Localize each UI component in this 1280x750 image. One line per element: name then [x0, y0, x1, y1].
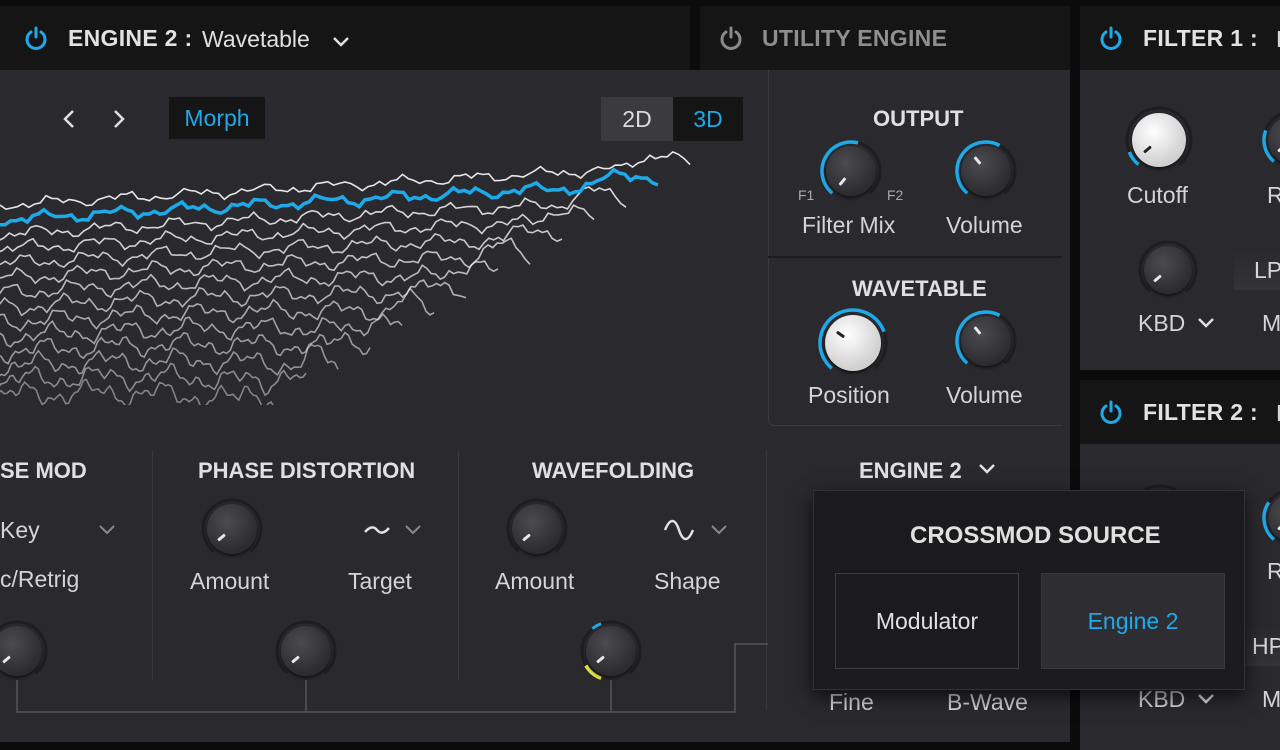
morph-mode-button[interactable]: Morph: [169, 97, 265, 139]
wavefolding-amount-knob[interactable]: [506, 498, 568, 560]
filter1-kbd-knob[interactable]: [1138, 240, 1198, 300]
wavetable-frame: [0, 204, 595, 253]
filter1-m-label: M: [1262, 310, 1280, 336]
engine2-type-value[interactable]: Wavetable: [202, 26, 310, 53]
wavetable-frame: [0, 237, 531, 285]
resonance-knob[interactable]: [1262, 110, 1280, 170]
view-2d-button[interactable]: 2D: [601, 97, 673, 141]
wavetable-frame: [0, 312, 403, 348]
knob-cap: [826, 146, 876, 196]
chevron-down-icon[interactable]: [1197, 693, 1215, 705]
filter2-kbd-label[interactable]: KBD: [1138, 686, 1185, 713]
knob-cap: [512, 504, 562, 554]
wavetable-title: WAVETABLE: [852, 276, 987, 301]
wf-amount-label: Amount: [495, 568, 575, 594]
wavetable-active-frame: [0, 167, 659, 227]
knob-cap: [961, 316, 1011, 366]
chevron-down-icon[interactable]: [404, 524, 422, 536]
utility-engine-header: UTILITY ENGINE: [700, 6, 1070, 70]
wavetable-volume-knob[interactable]: [955, 310, 1017, 372]
mod-routing-lines: [16, 643, 768, 713]
pd-amount-label: Amount: [190, 568, 270, 594]
chevron-down-icon[interactable]: [710, 524, 728, 536]
wavetable-frame: [0, 224, 563, 269]
filter1-kbd-label[interactable]: KBD: [1138, 310, 1185, 337]
filter-mix-label: Filter Mix: [802, 212, 896, 238]
filter2-m-label: M: [1262, 686, 1280, 712]
filter-mix-f1-label: F1: [798, 187, 815, 203]
cutoff-label: Cutoff: [1127, 182, 1188, 208]
knob-cap: [1144, 246, 1192, 294]
bwave-label: B-Wave: [947, 689, 1028, 715]
filter1-type-value[interactable]: L: [1276, 26, 1280, 53]
filter2-title: FILTER 2 :: [1143, 399, 1259, 425]
filter1-type-button[interactable]: LP: [1234, 250, 1280, 290]
filter1-title: FILTER 1 :: [1143, 25, 1259, 51]
filter1-header: FILTER 1 : L: [1080, 6, 1280, 70]
knob-cap: [825, 315, 881, 371]
phase-mod-title: SE MOD: [0, 458, 87, 483]
power-icon[interactable]: [1098, 399, 1124, 425]
chevron-down-icon[interactable]: [978, 463, 996, 475]
output-volume-knob[interactable]: [955, 140, 1017, 202]
knob-cap: [1132, 113, 1186, 167]
wavefolding-title: WAVEFOLDING: [532, 458, 695, 483]
knob-cap: [207, 504, 257, 554]
position-label: Position: [808, 382, 890, 408]
filter2-type-value[interactable]: L: [1276, 400, 1280, 427]
chevron-right-icon[interactable]: [112, 108, 126, 130]
crossmod-option-modulator[interactable]: Modulator: [835, 573, 1019, 669]
view-3d-button[interactable]: 3D: [673, 97, 743, 141]
chevron-down-icon[interactable]: [332, 36, 350, 48]
power-icon[interactable]: [718, 25, 744, 51]
filter1-res-label: R: [1267, 182, 1280, 208]
phase-mod-retrig-label: c/Retrig: [0, 566, 80, 592]
wf-shape-label: Shape: [654, 568, 721, 594]
phase-distortion-amount-knob[interactable]: [201, 498, 263, 560]
wavetable-frame: [0, 362, 307, 397]
output-volume-label: Volume: [946, 212, 1023, 238]
fine-label: Fine: [829, 689, 874, 715]
target-wave-icon[interactable]: [362, 520, 392, 540]
utility-engine-title: UTILITY ENGINE: [762, 25, 948, 51]
filter2-resonance-knob[interactable]: [1262, 488, 1280, 548]
knob-cap: [961, 146, 1011, 196]
wavetable-frame: [0, 279, 467, 317]
chevron-down-icon[interactable]: [1197, 317, 1215, 329]
wavetable-frame: [0, 331, 371, 365]
wavetable-volume-label: Volume: [946, 382, 1023, 408]
filter-mix-knob[interactable]: [820, 140, 882, 202]
crossmod-source-popup: CROSSMOD SOURCE Modulator Engine 2: [813, 490, 1245, 690]
wavetable-position-knob[interactable]: [818, 308, 888, 378]
crossmod-engine-selector[interactable]: ENGINE 2: [859, 458, 962, 484]
power-icon[interactable]: [23, 25, 49, 51]
cutoff-knob[interactable]: [1125, 106, 1193, 174]
output-title: OUTPUT: [873, 106, 964, 131]
filter-mix-f2-label: F2: [887, 187, 904, 203]
engine2-title: ENGINE 2 :: [68, 25, 193, 51]
filter2-header: FILTER 2 : L: [1080, 380, 1280, 444]
crossmod-option-engine2[interactable]: Engine 2: [1041, 573, 1225, 669]
pd-target-label: Target: [348, 568, 412, 594]
filter2-res-label: R: [1267, 558, 1280, 584]
wavetable-3d-display[interactable]: [0, 145, 740, 405]
power-icon[interactable]: [1098, 25, 1124, 51]
phase-mod-source-value[interactable]: Key: [0, 517, 40, 544]
chevron-left-icon[interactable]: [62, 108, 76, 130]
chevron-down-icon[interactable]: [98, 524, 116, 536]
sine-wave-icon[interactable]: [662, 518, 696, 542]
crossmod-popup-title: CROSSMOD SOURCE: [910, 522, 1161, 549]
wavetable-frame: [0, 378, 274, 405]
engine2-header: ENGINE 2 : Wavetable: [0, 6, 690, 70]
phase-distortion-title: PHASE DISTORTION: [198, 458, 416, 483]
